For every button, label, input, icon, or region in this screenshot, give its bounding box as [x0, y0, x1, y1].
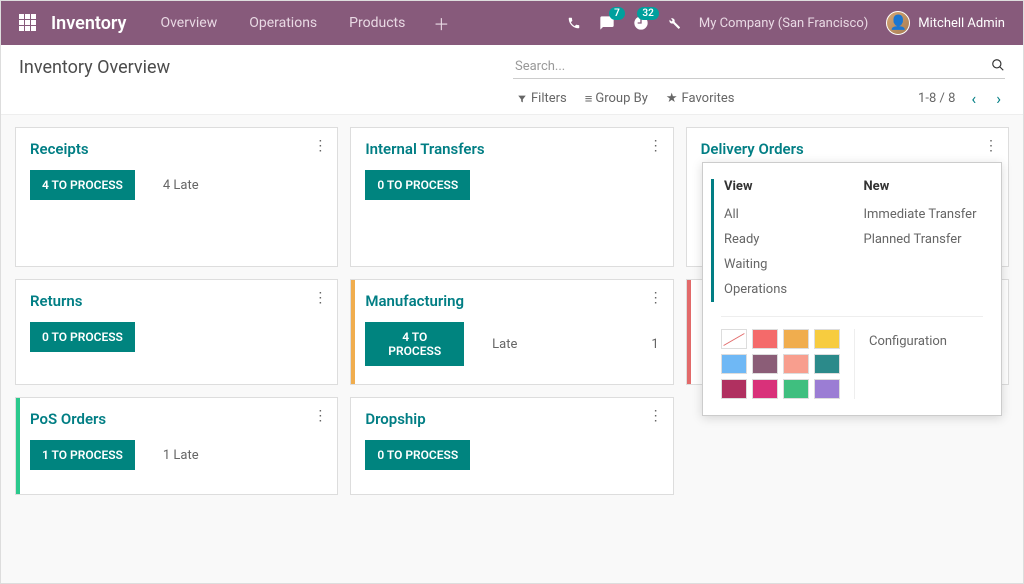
card-title: Dropship [365, 410, 658, 428]
pager: 1-8 / 8 ‹ › [918, 89, 1005, 108]
color-swatch[interactable] [814, 329, 840, 349]
search-wrapper [513, 55, 1005, 79]
card-delivery-orders[interactable]: Delivery Orders ⋮ View All Ready Waiting… [686, 127, 1009, 267]
dropdown-item-immediate-transfer[interactable]: Immediate Transfer [864, 202, 984, 227]
filters-button[interactable]: Filters [517, 91, 567, 107]
process-button[interactable]: 0 TO PROCESS [30, 322, 135, 352]
top-navbar: Inventory Overview Operations Products ＋… [1, 1, 1023, 45]
dropdown-item-all[interactable]: All [724, 202, 844, 227]
card-dropship[interactable]: Dropship ⋮ 0 TO PROCESS [350, 397, 673, 495]
page-title: Inventory Overview [19, 57, 170, 78]
pager-next-icon[interactable]: › [992, 89, 1005, 108]
activities-badge: 32 [637, 7, 658, 20]
process-button[interactable]: 0 TO PROCESS [365, 170, 470, 200]
user-menu[interactable]: Mitchell Admin [886, 11, 1005, 35]
avatar [886, 11, 910, 35]
app-brand[interactable]: Inventory [51, 13, 126, 34]
dropdown-view-header: View [724, 179, 844, 194]
card-title: Delivery Orders [701, 140, 994, 158]
card-color-stripe [16, 398, 20, 494]
pager-text: 1-8 / 8 [918, 91, 955, 106]
messages-icon[interactable]: 7 [599, 15, 615, 31]
card-color-stripe [687, 280, 691, 384]
nav-links: Overview Operations Products ＋ [144, 11, 461, 35]
card-receipts[interactable]: Receipts ⋮ 4 TO PROCESS 4 Late [15, 127, 338, 267]
filters-label: Filters [531, 91, 567, 106]
activities-icon[interactable]: 32 [633, 15, 649, 31]
card-menu-icon[interactable]: ⋮ [649, 408, 663, 424]
card-dropdown-menu: View All Ready Waiting Operations New Im… [702, 162, 1002, 416]
card-color-stripe [351, 280, 355, 384]
late-row[interactable]: Late 1 [492, 337, 659, 352]
nav-operations[interactable]: Operations [233, 15, 333, 31]
pager-prev-icon[interactable]: ‹ [967, 89, 980, 108]
process-button[interactable]: 4 TO PROCESS [365, 322, 464, 366]
process-button[interactable]: 4 TO PROCESS [30, 170, 135, 200]
late-count: 1 [651, 337, 658, 352]
card-title: PoS Orders [30, 410, 323, 428]
process-button[interactable]: 1 TO PROCESS [30, 440, 135, 470]
card-title: Receipts [30, 140, 323, 158]
color-swatch[interactable] [783, 379, 809, 399]
search-input[interactable] [513, 55, 1005, 78]
tools-icon[interactable] [667, 15, 681, 31]
late-text[interactable]: 1 Late [163, 448, 199, 463]
card-title: Internal Transfers [365, 140, 658, 158]
favorites-button[interactable]: ★ Favorites [666, 91, 735, 107]
filter-group: Filters ≡ Group By ★ Favorites [517, 91, 735, 107]
dropdown-item-configuration[interactable]: Configuration [869, 329, 983, 354]
card-menu-icon[interactable]: ⋮ [313, 408, 327, 424]
color-swatch[interactable] [721, 354, 747, 374]
card-menu-icon[interactable]: ⋮ [649, 290, 663, 306]
dropdown-item-operations[interactable]: Operations [724, 277, 844, 302]
color-swatch[interactable] [752, 329, 778, 349]
favorites-label: Favorites [682, 91, 735, 106]
control-panel: Inventory Overview Filters ≡ Group By [1, 45, 1023, 114]
dropdown-new-header: New [864, 179, 984, 194]
nav-products[interactable]: Products [333, 15, 421, 31]
card-title: Returns [30, 292, 323, 310]
dropdown-item-waiting[interactable]: Waiting [724, 252, 844, 277]
card-menu-icon[interactable]: ⋮ [313, 138, 327, 154]
color-swatch[interactable] [783, 354, 809, 374]
user-name: Mitchell Admin [918, 16, 1005, 31]
phone-icon[interactable] [567, 15, 581, 31]
late-text[interactable]: 4 Late [163, 178, 199, 193]
card-pos-orders[interactable]: PoS Orders ⋮ 1 TO PROCESS 1 Late [15, 397, 338, 495]
card-menu-icon[interactable]: ⋮ [984, 138, 998, 154]
color-swatch[interactable] [783, 329, 809, 349]
color-swatch[interactable] [814, 379, 840, 399]
color-swatch[interactable] [752, 354, 778, 374]
color-picker [721, 329, 840, 399]
card-returns[interactable]: Returns ⋮ 0 TO PROCESS [15, 279, 338, 385]
kanban-view: Receipts ⋮ 4 TO PROCESS 4 Late Internal … [1, 114, 1023, 584]
card-title: Manufacturing [365, 292, 658, 310]
card-internal-transfers[interactable]: Internal Transfers ⋮ 0 TO PROCESS [350, 127, 673, 267]
color-swatch-none[interactable] [721, 329, 747, 349]
color-swatch[interactable] [752, 379, 778, 399]
color-swatch[interactable] [721, 379, 747, 399]
late-label: Late [492, 337, 517, 352]
messages-badge: 7 [609, 7, 625, 20]
card-manufacturing[interactable]: Manufacturing ⋮ 4 TO PROCESS Late 1 [350, 279, 673, 385]
search-icon[interactable] [991, 57, 1005, 72]
company-selector[interactable]: My Company (San Francisco) [699, 16, 868, 31]
color-swatch[interactable] [814, 354, 840, 374]
apps-icon[interactable] [19, 14, 37, 32]
plus-icon[interactable]: ＋ [421, 11, 461, 35]
groupby-button[interactable]: ≡ Group By [585, 91, 648, 107]
groupby-label: Group By [595, 91, 648, 106]
card-menu-icon[interactable]: ⋮ [313, 290, 327, 306]
card-menu-icon[interactable]: ⋮ [649, 138, 663, 154]
process-button[interactable]: 0 TO PROCESS [365, 440, 470, 470]
dropdown-item-planned-transfer[interactable]: Planned Transfer [864, 227, 984, 252]
nav-right: 7 32 My Company (San Francisco) Mitchell… [567, 11, 1005, 35]
nav-overview[interactable]: Overview [144, 15, 233, 31]
dropdown-item-ready[interactable]: Ready [724, 227, 844, 252]
